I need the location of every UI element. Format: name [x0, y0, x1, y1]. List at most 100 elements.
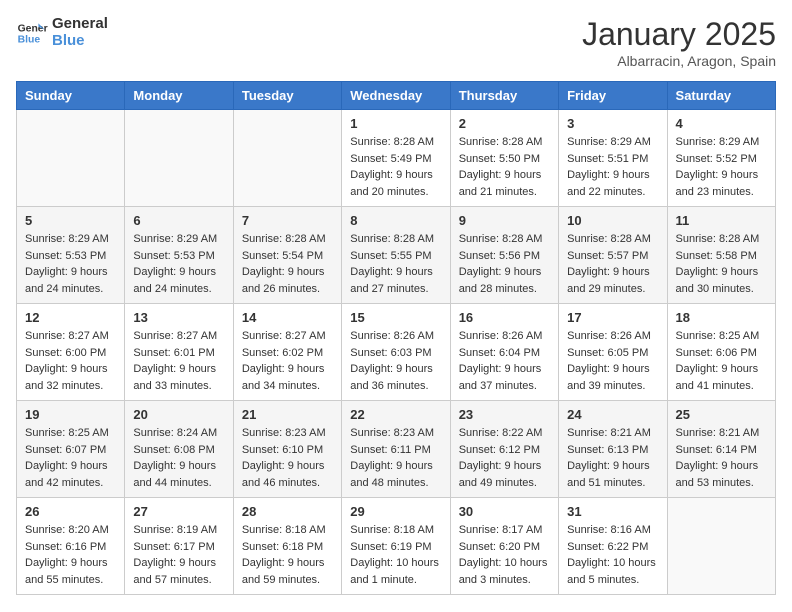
day-cell: 12 Sunrise: 8:27 AM Sunset: 6:00 PM Dayli…: [17, 304, 125, 401]
day-cell: 9 Sunrise: 8:28 AM Sunset: 5:56 PM Daylig…: [450, 207, 558, 304]
day-info: Sunrise: 8:16 AM Sunset: 6:22 PM Dayligh…: [567, 522, 658, 588]
day-info: Sunrise: 8:23 AM Sunset: 6:10 PM Dayligh…: [242, 425, 333, 491]
day-cell: 22Sunrise: 8:23 AM Sunset: 6:11 PM Dayli…: [342, 401, 450, 498]
day-cell: 13 Sunrise: 8:27 AM Sunset: 6:01 PM Dayli…: [125, 304, 233, 401]
day-info: Sunrise: 8:26 AM Sunset: 6:03 PM Dayligh…: [350, 328, 441, 394]
day-info: Sunrise: 8:28 AM Sunset: 5:49 PM Dayligh…: [350, 134, 441, 200]
day-cell: 6 Sunrise: 8:29 AM Sunset: 5:53 PM Daylig…: [125, 207, 233, 304]
logo: General Blue General Blue: [16, 16, 108, 49]
day-info: Sunrise: 8:26 AM Sunset: 6:04 PM Dayligh…: [459, 328, 550, 394]
day-cell: 24 Sunrise: 8:21 AM Sunset: 6:13 PM Dayli…: [559, 401, 667, 498]
day-number: 21: [242, 407, 333, 422]
day-cell: 11 Sunrise: 8:28 AM Sunset: 5:58 PM Dayli…: [667, 207, 775, 304]
day-info: Sunrise: 8:21 AM Sunset: 6:14 PM Dayligh…: [676, 425, 767, 491]
day-cell: 15 Sunrise: 8:26 AM Sunset: 6:03 PM Dayli…: [342, 304, 450, 401]
day-header-thursday: Thursday: [450, 82, 558, 110]
day-cell: 26Sunrise: 8:20 AM Sunset: 6:16 PM Dayli…: [17, 498, 125, 595]
day-info: Sunrise: 8:29 AM Sunset: 5:51 PM Dayligh…: [567, 134, 658, 200]
day-info: Sunrise: 8:28 AM Sunset: 5:54 PM Dayligh…: [242, 231, 333, 297]
day-info: Sunrise: 8:28 AM Sunset: 5:56 PM Dayligh…: [459, 231, 550, 297]
day-number: 13: [133, 310, 224, 325]
day-cell: 28 Sunrise: 8:18 AM Sunset: 6:18 PM Dayli…: [233, 498, 341, 595]
day-info: Sunrise: 8:27 AM Sunset: 6:02 PM Dayligh…: [242, 328, 333, 394]
day-cell: 3 Sunrise: 8:29 AM Sunset: 5:51 PM Daylig…: [559, 110, 667, 207]
day-cell: 2 Sunrise: 8:28 AM Sunset: 5:50 PM Daylig…: [450, 110, 558, 207]
day-info: Sunrise: 8:25 AM Sunset: 6:06 PM Dayligh…: [676, 328, 767, 394]
day-number: 9: [459, 213, 550, 228]
day-number: 5: [25, 213, 116, 228]
day-header-monday: Monday: [125, 82, 233, 110]
day-number: 16: [459, 310, 550, 325]
day-info: Sunrise: 8:28 AM Sunset: 5:58 PM Dayligh…: [676, 231, 767, 297]
day-number: 15: [350, 310, 441, 325]
header-row: SundayMondayTuesdayWednesdayThursdayFrid…: [17, 82, 776, 110]
day-info: Sunrise: 8:29 AM Sunset: 5:53 PM Dayligh…: [25, 231, 116, 297]
day-header-saturday: Saturday: [667, 82, 775, 110]
day-info: Sunrise: 8:21 AM Sunset: 6:13 PM Dayligh…: [567, 425, 658, 491]
day-cell: 19Sunrise: 8:25 AM Sunset: 6:07 PM Dayli…: [17, 401, 125, 498]
day-cell: 29 Sunrise: 8:18 AM Sunset: 6:19 PM Dayli…: [342, 498, 450, 595]
day-number: 31: [567, 504, 658, 519]
day-number: 18: [676, 310, 767, 325]
day-number: 23: [459, 407, 550, 422]
page-header: General Blue General Blue January 2025 A…: [16, 16, 776, 69]
day-number: 30: [459, 504, 550, 519]
day-info: Sunrise: 8:19 AM Sunset: 6:17 PM Dayligh…: [133, 522, 224, 588]
day-cell: 20Sunrise: 8:24 AM Sunset: 6:08 PM Dayli…: [125, 401, 233, 498]
day-info: Sunrise: 8:18 AM Sunset: 6:19 PM Dayligh…: [350, 522, 441, 588]
day-number: 4: [676, 116, 767, 131]
calendar-table: SundayMondayTuesdayWednesdayThursdayFrid…: [16, 81, 776, 595]
day-info: Sunrise: 8:29 AM Sunset: 5:52 PM Dayligh…: [676, 134, 767, 200]
day-number: 22: [350, 407, 441, 422]
day-header-sunday: Sunday: [17, 82, 125, 110]
day-info: Sunrise: 8:27 AM Sunset: 6:01 PM Dayligh…: [133, 328, 224, 394]
day-cell: 10Sunrise: 8:28 AM Sunset: 5:57 PM Dayli…: [559, 207, 667, 304]
week-row-5: 26Sunrise: 8:20 AM Sunset: 6:16 PM Dayli…: [17, 498, 776, 595]
week-row-1: 1 Sunrise: 8:28 AM Sunset: 5:49 PM Daylig…: [17, 110, 776, 207]
day-number: 20: [133, 407, 224, 422]
day-number: 6: [133, 213, 224, 228]
day-cell: 23 Sunrise: 8:22 AM Sunset: 6:12 PM Dayli…: [450, 401, 558, 498]
day-number: 29: [350, 504, 441, 519]
day-cell: 18 Sunrise: 8:25 AM Sunset: 6:06 PM Dayli…: [667, 304, 775, 401]
day-number: 12: [25, 310, 116, 325]
svg-text:Blue: Blue: [18, 34, 41, 45]
week-row-3: 12 Sunrise: 8:27 AM Sunset: 6:00 PM Dayli…: [17, 304, 776, 401]
day-info: Sunrise: 8:28 AM Sunset: 5:55 PM Dayligh…: [350, 231, 441, 297]
day-info: Sunrise: 8:28 AM Sunset: 5:57 PM Dayligh…: [567, 231, 658, 297]
day-number: 11: [676, 213, 767, 228]
day-cell: [17, 110, 125, 207]
day-info: Sunrise: 8:22 AM Sunset: 6:12 PM Dayligh…: [459, 425, 550, 491]
day-number: 19: [25, 407, 116, 422]
day-cell: 31 Sunrise: 8:16 AM Sunset: 6:22 PM Dayli…: [559, 498, 667, 595]
day-cell: 27Sunrise: 8:19 AM Sunset: 6:17 PM Dayli…: [125, 498, 233, 595]
day-number: 1: [350, 116, 441, 131]
day-header-tuesday: Tuesday: [233, 82, 341, 110]
day-number: 28: [242, 504, 333, 519]
day-info: Sunrise: 8:27 AM Sunset: 6:00 PM Dayligh…: [25, 328, 116, 394]
day-cell: 14 Sunrise: 8:27 AM Sunset: 6:02 PM Dayli…: [233, 304, 341, 401]
logo-line2: Blue: [52, 33, 108, 50]
day-number: 25: [676, 407, 767, 422]
day-number: 24: [567, 407, 658, 422]
day-cell: 17 Sunrise: 8:26 AM Sunset: 6:05 PM Dayli…: [559, 304, 667, 401]
logo-line1: General: [52, 16, 108, 33]
day-header-wednesday: Wednesday: [342, 82, 450, 110]
day-info: Sunrise: 8:28 AM Sunset: 5:50 PM Dayligh…: [459, 134, 550, 200]
day-header-friday: Friday: [559, 82, 667, 110]
day-info: Sunrise: 8:29 AM Sunset: 5:53 PM Dayligh…: [133, 231, 224, 297]
day-info: Sunrise: 8:26 AM Sunset: 6:05 PM Dayligh…: [567, 328, 658, 394]
day-number: 17: [567, 310, 658, 325]
week-row-2: 5 Sunrise: 8:29 AM Sunset: 5:53 PM Daylig…: [17, 207, 776, 304]
day-number: 26: [25, 504, 116, 519]
day-number: 8: [350, 213, 441, 228]
day-cell: 30Sunrise: 8:17 AM Sunset: 6:20 PM Dayli…: [450, 498, 558, 595]
day-number: 14: [242, 310, 333, 325]
day-cell: 21 Sunrise: 8:23 AM Sunset: 6:10 PM Dayli…: [233, 401, 341, 498]
day-cell: [667, 498, 775, 595]
title-block: January 2025 Albarracin, Aragon, Spain: [582, 16, 776, 69]
day-info: Sunrise: 8:18 AM Sunset: 6:18 PM Dayligh…: [242, 522, 333, 588]
day-cell: 16 Sunrise: 8:26 AM Sunset: 6:04 PM Dayli…: [450, 304, 558, 401]
day-number: 2: [459, 116, 550, 131]
day-number: 3: [567, 116, 658, 131]
